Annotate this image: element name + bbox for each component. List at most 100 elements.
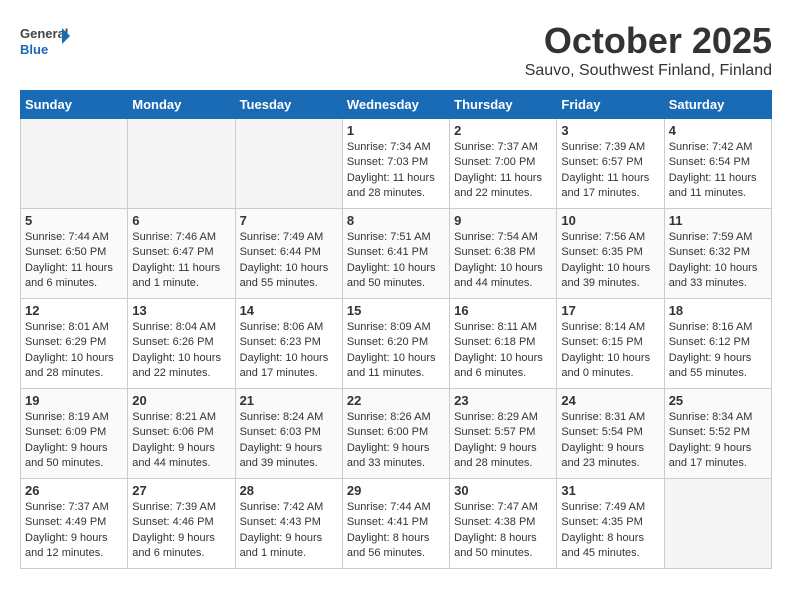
calendar-cell: 12Sunrise: 8:01 AM Sunset: 6:29 PM Dayli… <box>21 299 128 389</box>
day-number: 21 <box>240 393 338 408</box>
weekday-header-monday: Monday <box>128 91 235 119</box>
day-info: Sunrise: 8:04 AM Sunset: 6:26 PM Dayligh… <box>132 320 230 382</box>
day-number: 5 <box>25 213 123 228</box>
month-title: October 2025 <box>525 20 772 62</box>
day-info: Sunrise: 8:26 AM Sunset: 6:00 PM Dayligh… <box>347 410 445 472</box>
day-number: 7 <box>240 213 338 228</box>
day-info: Sunrise: 7:54 AM Sunset: 6:38 PM Dayligh… <box>454 230 552 292</box>
day-number: 30 <box>454 483 552 498</box>
day-info: Sunrise: 7:37 AM Sunset: 7:00 PM Dayligh… <box>454 140 552 202</box>
calendar-cell: 5 Sunrise: 7:44 AM Sunset: 6:50 PM Daylig… <box>21 209 128 299</box>
day-info: Sunrise: 7:46 AM Sunset: 6:47 PM Dayligh… <box>132 230 230 292</box>
weekday-header-sunday: Sunday <box>21 91 128 119</box>
day-info: Sunrise: 7:49 AM Sunset: 6:44 PM Dayligh… <box>240 230 338 292</box>
day-number: 26 <box>25 483 123 498</box>
calendar-cell: 23 Sunrise: 8:29 AM Sunset: 5:57 PM Dayli… <box>450 389 557 479</box>
calendar-cell <box>128 119 235 209</box>
day-info: Sunrise: 7:51 AM Sunset: 6:41 PM Dayligh… <box>347 230 445 292</box>
day-number: 23 <box>454 393 552 408</box>
day-info: Sunrise: 7:37 AM Sunset: 4:49 PM Dayligh… <box>25 500 123 562</box>
day-number: 27 <box>132 483 230 498</box>
calendar-cell: 24 Sunrise: 8:31 AM Sunset: 5:54 PM Dayli… <box>557 389 664 479</box>
day-number: 3 <box>561 123 659 138</box>
svg-text:General: General <box>20 26 68 41</box>
weekday-header-saturday: Saturday <box>664 91 771 119</box>
calendar-cell: 30 Sunrise: 7:47 AM Sunset: 4:38 PM Dayli… <box>450 479 557 569</box>
title-area: October 2025 Sauvo, Southwest Finland, F… <box>525 20 772 80</box>
day-info: Sunrise: 8:09 AM Sunset: 6:20 PM Dayligh… <box>347 320 445 382</box>
day-info: Sunrise: 8:14 AM Sunset: 6:15 PM Dayligh… <box>561 320 659 382</box>
day-info: Sunrise: 7:44 AM Sunset: 6:50 PM Dayligh… <box>25 230 123 292</box>
day-number: 13 <box>132 303 230 318</box>
location-title: Sauvo, Southwest Finland, Finland <box>525 62 772 80</box>
calendar-cell: 10Sunrise: 7:56 AM Sunset: 6:35 PM Dayli… <box>557 209 664 299</box>
calendar-cell: 18Sunrise: 8:16 AM Sunset: 6:12 PM Dayli… <box>664 299 771 389</box>
day-info: Sunrise: 7:56 AM Sunset: 6:35 PM Dayligh… <box>561 230 659 292</box>
day-number: 4 <box>669 123 767 138</box>
calendar-table: SundayMondayTuesdayWednesdayThursdayFrid… <box>20 90 772 569</box>
calendar-cell: 31 Sunrise: 7:49 AM Sunset: 4:35 PM Dayli… <box>557 479 664 569</box>
day-info: Sunrise: 8:29 AM Sunset: 5:57 PM Dayligh… <box>454 410 552 472</box>
calendar-cell: 27 Sunrise: 7:39 AM Sunset: 4:46 PM Dayli… <box>128 479 235 569</box>
day-info: Sunrise: 8:24 AM Sunset: 6:03 PM Dayligh… <box>240 410 338 472</box>
day-info: Sunrise: 8:06 AM Sunset: 6:23 PM Dayligh… <box>240 320 338 382</box>
day-number: 2 <box>454 123 552 138</box>
calendar-cell: 29Sunrise: 7:44 AM Sunset: 4:41 PM Dayli… <box>342 479 449 569</box>
calendar-cell: 7 Sunrise: 7:49 AM Sunset: 6:44 PM Daylig… <box>235 209 342 299</box>
day-info: Sunrise: 7:39 AM Sunset: 6:57 PM Dayligh… <box>561 140 659 202</box>
calendar-cell: 13 Sunrise: 8:04 AM Sunset: 6:26 PM Dayli… <box>128 299 235 389</box>
weekday-header-friday: Friday <box>557 91 664 119</box>
day-info: Sunrise: 7:39 AM Sunset: 4:46 PM Dayligh… <box>132 500 230 562</box>
weekday-header-thursday: Thursday <box>450 91 557 119</box>
day-number: 24 <box>561 393 659 408</box>
calendar-week-5: 26 Sunrise: 7:37 AM Sunset: 4:49 PM Dayli… <box>21 479 772 569</box>
day-number: 14 <box>240 303 338 318</box>
day-info: Sunrise: 8:21 AM Sunset: 6:06 PM Dayligh… <box>132 410 230 472</box>
day-info: Sunrise: 8:01 AM Sunset: 6:29 PM Dayligh… <box>25 320 123 382</box>
calendar-week-3: 12Sunrise: 8:01 AM Sunset: 6:29 PM Dayli… <box>21 299 772 389</box>
day-number: 28 <box>240 483 338 498</box>
day-number: 22 <box>347 393 445 408</box>
day-number: 19 <box>25 393 123 408</box>
day-info: Sunrise: 8:11 AM Sunset: 6:18 PM Dayligh… <box>454 320 552 382</box>
calendar-cell: 9 Sunrise: 7:54 AM Sunset: 6:38 PM Daylig… <box>450 209 557 299</box>
calendar-cell: 1Sunrise: 7:34 AM Sunset: 7:03 PM Daylig… <box>342 119 449 209</box>
calendar-cell: 22 Sunrise: 8:26 AM Sunset: 6:00 PM Dayli… <box>342 389 449 479</box>
calendar-week-2: 5 Sunrise: 7:44 AM Sunset: 6:50 PM Daylig… <box>21 209 772 299</box>
weekday-header-wednesday: Wednesday <box>342 91 449 119</box>
calendar-cell: 2 Sunrise: 7:37 AM Sunset: 7:00 PM Daylig… <box>450 119 557 209</box>
day-info: Sunrise: 7:44 AM Sunset: 4:41 PM Dayligh… <box>347 500 445 562</box>
calendar-cell: 4Sunrise: 7:42 AM Sunset: 6:54 PM Daylig… <box>664 119 771 209</box>
weekday-header-row: SundayMondayTuesdayWednesdayThursdayFrid… <box>21 91 772 119</box>
day-info: Sunrise: 7:47 AM Sunset: 4:38 PM Dayligh… <box>454 500 552 562</box>
calendar-cell: 16 Sunrise: 8:11 AM Sunset: 6:18 PM Dayli… <box>450 299 557 389</box>
day-info: Sunrise: 8:34 AM Sunset: 5:52 PM Dayligh… <box>669 410 767 472</box>
day-number: 1 <box>347 123 445 138</box>
day-info: Sunrise: 7:49 AM Sunset: 4:35 PM Dayligh… <box>561 500 659 562</box>
day-info: Sunrise: 8:19 AM Sunset: 6:09 PM Dayligh… <box>25 410 123 472</box>
logo: General Blue <box>20 20 70 60</box>
calendar-cell: 17Sunrise: 8:14 AM Sunset: 6:15 PM Dayli… <box>557 299 664 389</box>
day-number: 9 <box>454 213 552 228</box>
calendar-cell: 8Sunrise: 7:51 AM Sunset: 6:41 PM Daylig… <box>342 209 449 299</box>
day-number: 31 <box>561 483 659 498</box>
calendar-week-4: 19 Sunrise: 8:19 AM Sunset: 6:09 PM Dayli… <box>21 389 772 479</box>
calendar-cell: 14 Sunrise: 8:06 AM Sunset: 6:23 PM Dayli… <box>235 299 342 389</box>
header: General Blue October 2025 Sauvo, Southwe… <box>20 20 772 80</box>
day-info: Sunrise: 8:16 AM Sunset: 6:12 PM Dayligh… <box>669 320 767 382</box>
calendar-cell: 15 Sunrise: 8:09 AM Sunset: 6:20 PM Dayli… <box>342 299 449 389</box>
day-number: 15 <box>347 303 445 318</box>
day-number: 16 <box>454 303 552 318</box>
day-number: 6 <box>132 213 230 228</box>
calendar-cell: 26 Sunrise: 7:37 AM Sunset: 4:49 PM Dayli… <box>21 479 128 569</box>
svg-text:Blue: Blue <box>20 42 48 57</box>
weekday-header-tuesday: Tuesday <box>235 91 342 119</box>
day-number: 11 <box>669 213 767 228</box>
calendar-cell: 25Sunrise: 8:34 AM Sunset: 5:52 PM Dayli… <box>664 389 771 479</box>
calendar-cell: 21 Sunrise: 8:24 AM Sunset: 6:03 PM Dayli… <box>235 389 342 479</box>
calendar-week-1: 1Sunrise: 7:34 AM Sunset: 7:03 PM Daylig… <box>21 119 772 209</box>
day-info: Sunrise: 8:31 AM Sunset: 5:54 PM Dayligh… <box>561 410 659 472</box>
day-number: 20 <box>132 393 230 408</box>
calendar-cell <box>235 119 342 209</box>
calendar-cell <box>21 119 128 209</box>
